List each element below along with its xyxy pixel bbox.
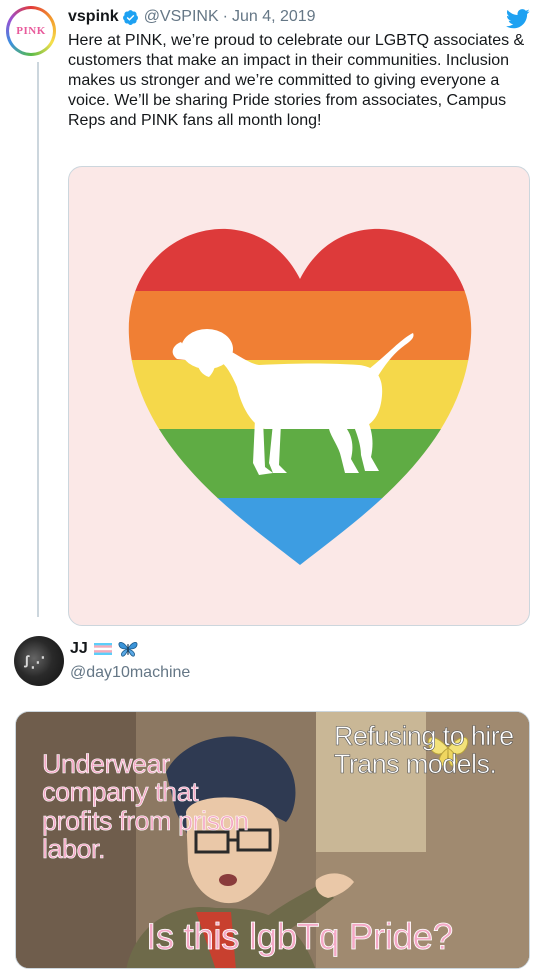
reply-author-row: JJ: [70, 640, 138, 658]
twitter-bird-icon[interactable]: [506, 9, 530, 29]
pink-logo: PINK: [16, 25, 46, 37]
heart-stripe: [128, 429, 472, 499]
heart-stripe: [128, 291, 472, 361]
meme-image[interactable]: Underwear company that profits from pris…: [15, 711, 530, 969]
tweet-date[interactable]: Jun 4, 2019: [232, 8, 316, 26]
thread-connector-line: [37, 62, 39, 617]
vspink-avatar[interactable]: PINK: [6, 6, 56, 56]
jj-avatar[interactable]: ꭍ⋰: [14, 636, 64, 686]
butterfly-icon: [118, 641, 138, 657]
meme-left-caption: Underwear company that profits from pris…: [42, 749, 250, 865]
tweet-media-image[interactable]: [68, 166, 530, 626]
heart-stripe: [128, 228, 472, 292]
tweet-body-text: Here at PINK, we’re proud to celebrate o…: [68, 32, 525, 129]
separator-dot: ·: [222, 8, 228, 25]
reply-handle[interactable]: @day10machine: [70, 664, 190, 682]
author-display-name[interactable]: vspink: [68, 8, 119, 26]
meme-bottom-caption: Is this lgbTq Pride?: [146, 916, 454, 957]
reply-display-name[interactable]: JJ: [70, 640, 88, 658]
meme-right-caption: Refusing to hire Trans models.: [334, 721, 515, 780]
rainbow-heart-illustration: [128, 228, 472, 565]
author-handle[interactable]: @VSPINK: [144, 8, 219, 26]
heart-stripe: [128, 498, 472, 565]
tweet-author-row: vspink @VSPINK · Jun 4, 2019: [68, 8, 316, 26]
verified-badge-icon: [122, 9, 138, 25]
transgender-flag-icon: [93, 643, 112, 655]
